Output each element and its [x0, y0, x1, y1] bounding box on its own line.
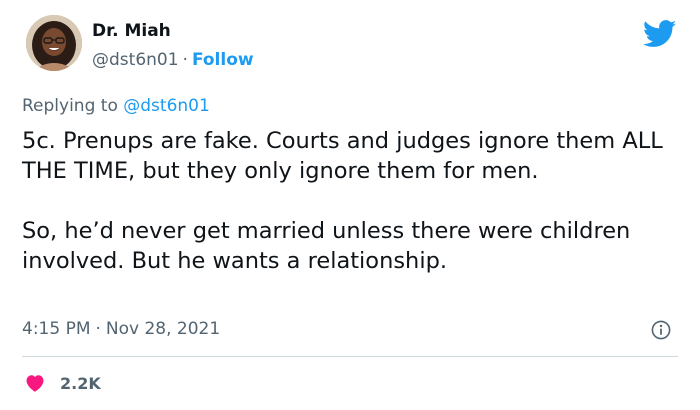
- heart-icon[interactable]: [24, 372, 46, 394]
- reply-prefix: Replying to: [22, 96, 118, 116]
- tweet-text: 5c. Prenups are fake. Courts and judges …: [22, 126, 692, 276]
- info-icon[interactable]: [651, 320, 671, 340]
- tweet-paragraph-2: So, he’d never get married unless there …: [22, 218, 631, 274]
- like-count: 2.2K: [60, 373, 101, 393]
- reply-context: Replying to @dst6n01: [22, 96, 210, 116]
- tweet-timestamp[interactable]: 4:15 PM · Nov 28, 2021: [22, 319, 220, 339]
- tweet-date: Nov 28, 2021: [105, 319, 221, 339]
- follow-button[interactable]: Follow: [192, 50, 254, 70]
- tweet-card: Dr. Miah @dst6n01 · Follow Replying to @ds…: [0, 0, 700, 410]
- twitter-bird-icon[interactable]: [643, 20, 677, 48]
- meta-separator: ·: [95, 319, 101, 339]
- avatar[interactable]: [26, 15, 82, 71]
- author-handle[interactable]: @dst6n01: [92, 50, 179, 70]
- like-action[interactable]: 2.2K: [24, 371, 101, 395]
- tweet-time: 4:15 PM: [22, 319, 91, 339]
- avatar-image: [26, 15, 82, 71]
- divider: [22, 356, 678, 357]
- handle-separator: ·: [182, 50, 188, 70]
- reply-mention[interactable]: @dst6n01: [123, 96, 210, 116]
- author-name[interactable]: Dr. Miah: [92, 21, 171, 41]
- tweet-paragraph-1: 5c. Prenups are fake. Courts and judges …: [22, 128, 663, 184]
- handle-row: @dst6n01 · Follow: [92, 50, 254, 70]
